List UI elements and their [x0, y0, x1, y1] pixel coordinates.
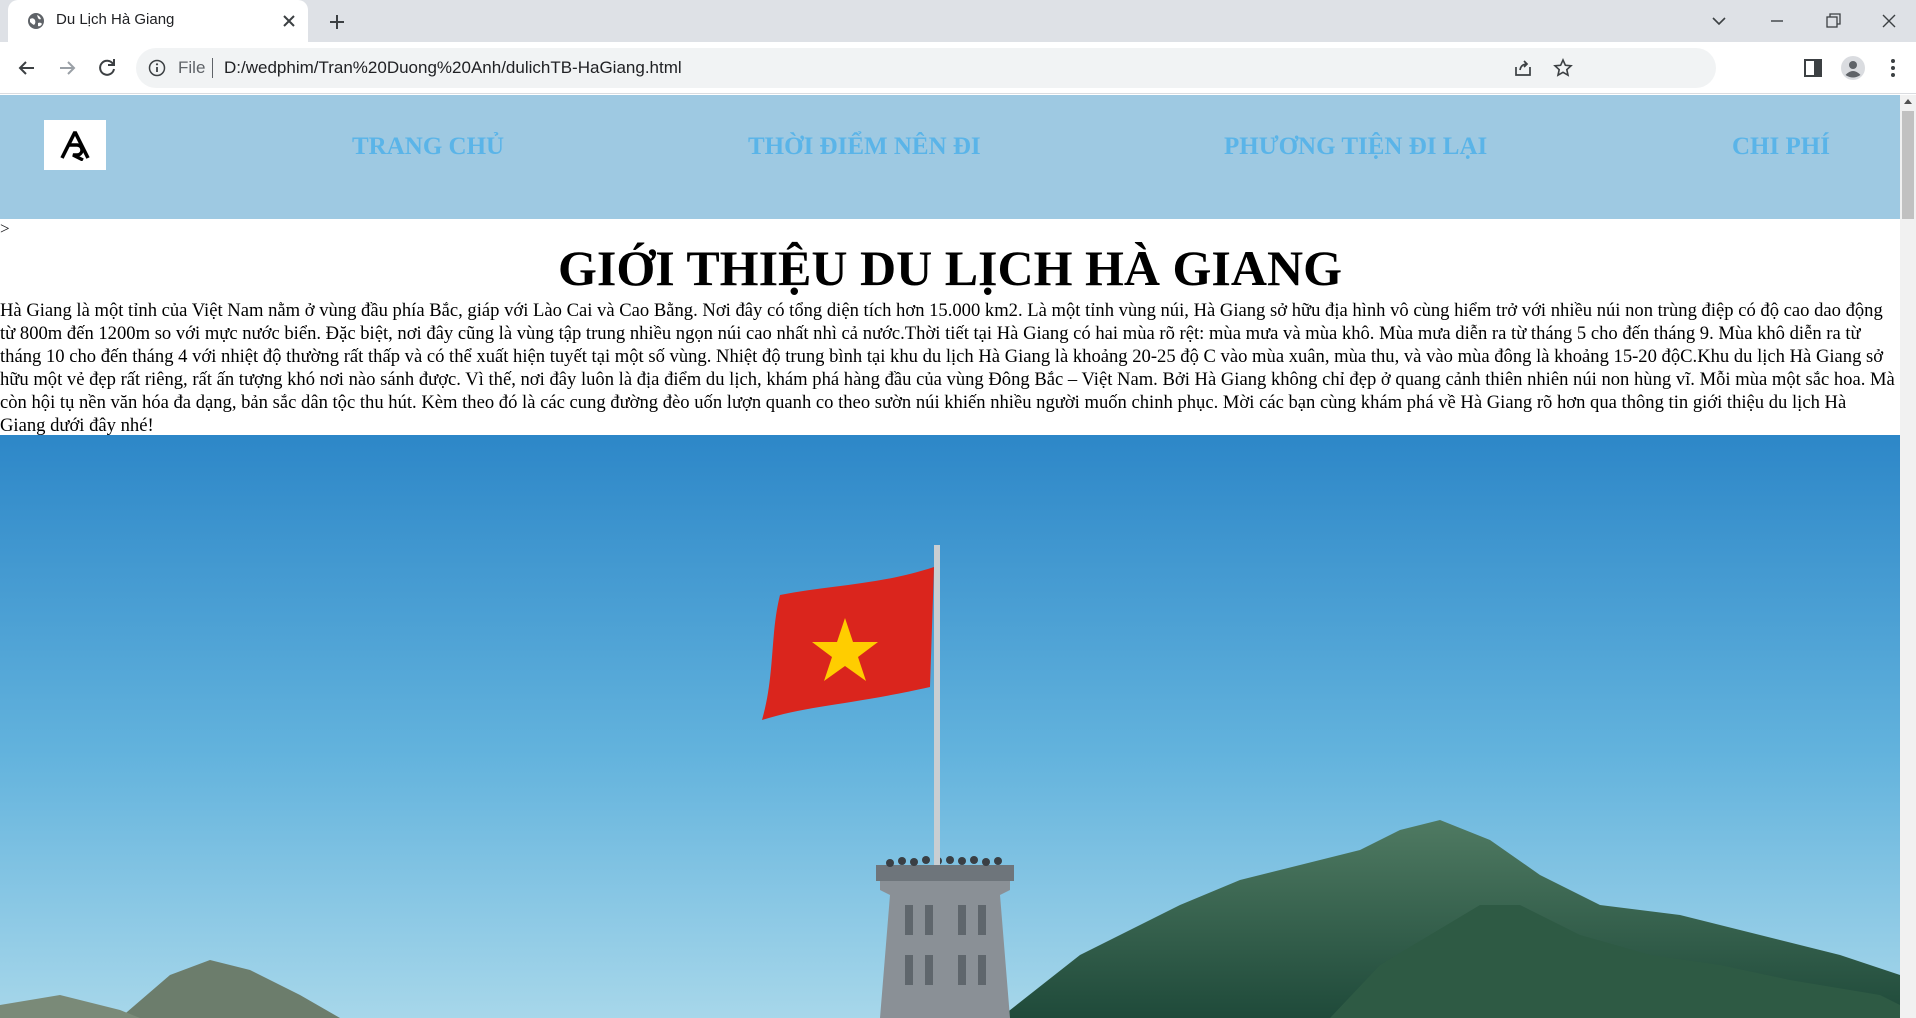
share-icon[interactable] [1512, 57, 1534, 79]
tab-title: Du Lịch Hà Giang [56, 11, 175, 28]
plus-icon[interactable] [324, 9, 350, 35]
hero-photo [0, 435, 1900, 1018]
kebab-menu-icon[interactable] [1880, 55, 1906, 81]
flag-pole [934, 545, 940, 865]
page-scrollbar[interactable] [1900, 95, 1916, 1018]
url-text[interactable]: D:/wedphim/Tran%20Duong%20Anh/dulichTB-H… [224, 58, 682, 78]
page-title: GIỚI THIỆU DU LỊCH HÀ GIANG [558, 240, 1342, 296]
browser-toolbar: File D:/wedphim/Tran%20Duong%20Anh/dulic… [0, 42, 1916, 94]
page-viewport: TRANG CHỦ THỜI ĐIỂM NÊN ĐI PHƯƠNG TIỆN Đ… [0, 95, 1900, 1018]
minimize-icon[interactable] [1762, 6, 1792, 36]
nav-link-best-time[interactable]: THỜI ĐIỂM NÊN ĐI [748, 133, 981, 161]
scroll-up-arrow-icon[interactable] [1904, 99, 1912, 104]
nav-link-transport[interactable]: PHƯƠNG TIỆN ĐI LẠI [1224, 133, 1487, 161]
arrow-left-icon[interactable] [14, 55, 40, 81]
avatar-icon[interactable] [1840, 55, 1866, 81]
arrow-right-icon[interactable] [54, 55, 80, 81]
divider [212, 58, 213, 78]
site-header: TRANG CHỦ THỜI ĐIỂM NÊN ĐI PHƯƠNG TIỆN Đ… [0, 95, 1900, 219]
star-icon[interactable] [1552, 57, 1574, 79]
info-icon[interactable] [148, 59, 166, 77]
restore-icon[interactable] [1818, 6, 1848, 36]
side-panel-icon[interactable] [1800, 55, 1826, 81]
intro-paragraph: Hà Giang là một tỉnh của Việt Nam nằm ở … [0, 300, 1895, 436]
browser-tab[interactable]: Du Lịch Hà Giang [8, 0, 308, 42]
scrollbar-thumb[interactable] [1902, 111, 1914, 219]
site-logo[interactable] [44, 120, 106, 170]
nav-link-home[interactable]: TRANG CHỦ [352, 133, 504, 161]
nav-link-cost[interactable]: CHI PHÍ [1732, 133, 1830, 161]
tab-strip: Du Lịch Hà Giang [0, 0, 1916, 42]
url-scheme: File [178, 58, 206, 77]
close-icon[interactable] [280, 12, 298, 30]
reload-icon[interactable] [94, 55, 120, 81]
globe-icon [28, 13, 44, 29]
close-icon[interactable] [1874, 6, 1904, 36]
chevron-down-icon[interactable] [1704, 6, 1734, 36]
logo-mark-icon [60, 131, 90, 161]
stray-text: > [0, 219, 10, 238]
address-bar[interactable]: File D:/wedphim/Tran%20Duong%20Anh/dulic… [136, 48, 1716, 88]
flag-tower [876, 856, 1014, 1018]
